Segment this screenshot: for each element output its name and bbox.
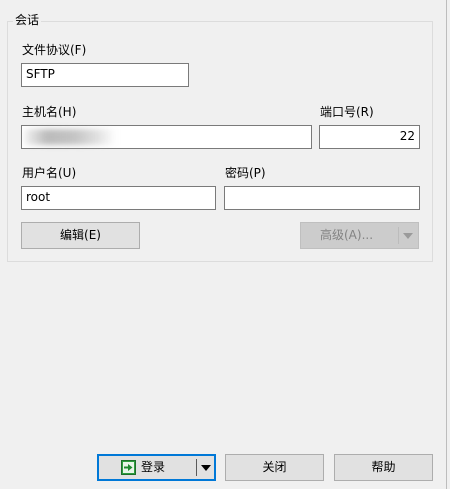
password-input[interactable]: [224, 186, 420, 210]
port-label: 端口号(R): [320, 105, 374, 119]
chevron-down-icon[interactable]: [201, 465, 211, 471]
host-label: 主机名(H): [22, 105, 77, 119]
login-arrow-icon: [121, 460, 136, 475]
host-input[interactable]: [21, 125, 312, 149]
window-edge: [446, 0, 447, 489]
protocol-value: SFTP: [26, 67, 55, 81]
advanced-button[interactable]: 高级(A)...: [300, 222, 419, 249]
edit-button[interactable]: 编辑(E): [21, 222, 140, 249]
protocol-select[interactable]: SFTP: [21, 63, 189, 87]
chevron-down-icon: [403, 233, 413, 239]
password-label: 密码(P): [225, 166, 266, 180]
edit-button-label: 编辑(E): [60, 228, 101, 242]
port-input[interactable]: 22: [319, 125, 420, 149]
help-button-label: 帮助: [371, 460, 396, 474]
username-value: root: [26, 190, 51, 204]
redacted-hostname: [24, 129, 116, 145]
username-label: 用户名(U): [22, 166, 77, 180]
close-button-label: 关闭: [262, 460, 287, 474]
advanced-split-separator: [398, 227, 399, 244]
login-button[interactable]: 登录: [97, 454, 216, 481]
username-input[interactable]: root: [21, 186, 216, 210]
port-value: 22: [399, 129, 415, 143]
login-button-label: 登录: [141, 460, 166, 474]
login-split-separator: [196, 459, 197, 476]
close-button[interactable]: 关闭: [225, 454, 324, 481]
session-group-title: 会话: [13, 13, 42, 27]
help-button[interactable]: 帮助: [334, 454, 433, 481]
advanced-button-label: 高级(A)...: [320, 228, 374, 242]
protocol-label: 文件协议(F): [22, 43, 87, 57]
